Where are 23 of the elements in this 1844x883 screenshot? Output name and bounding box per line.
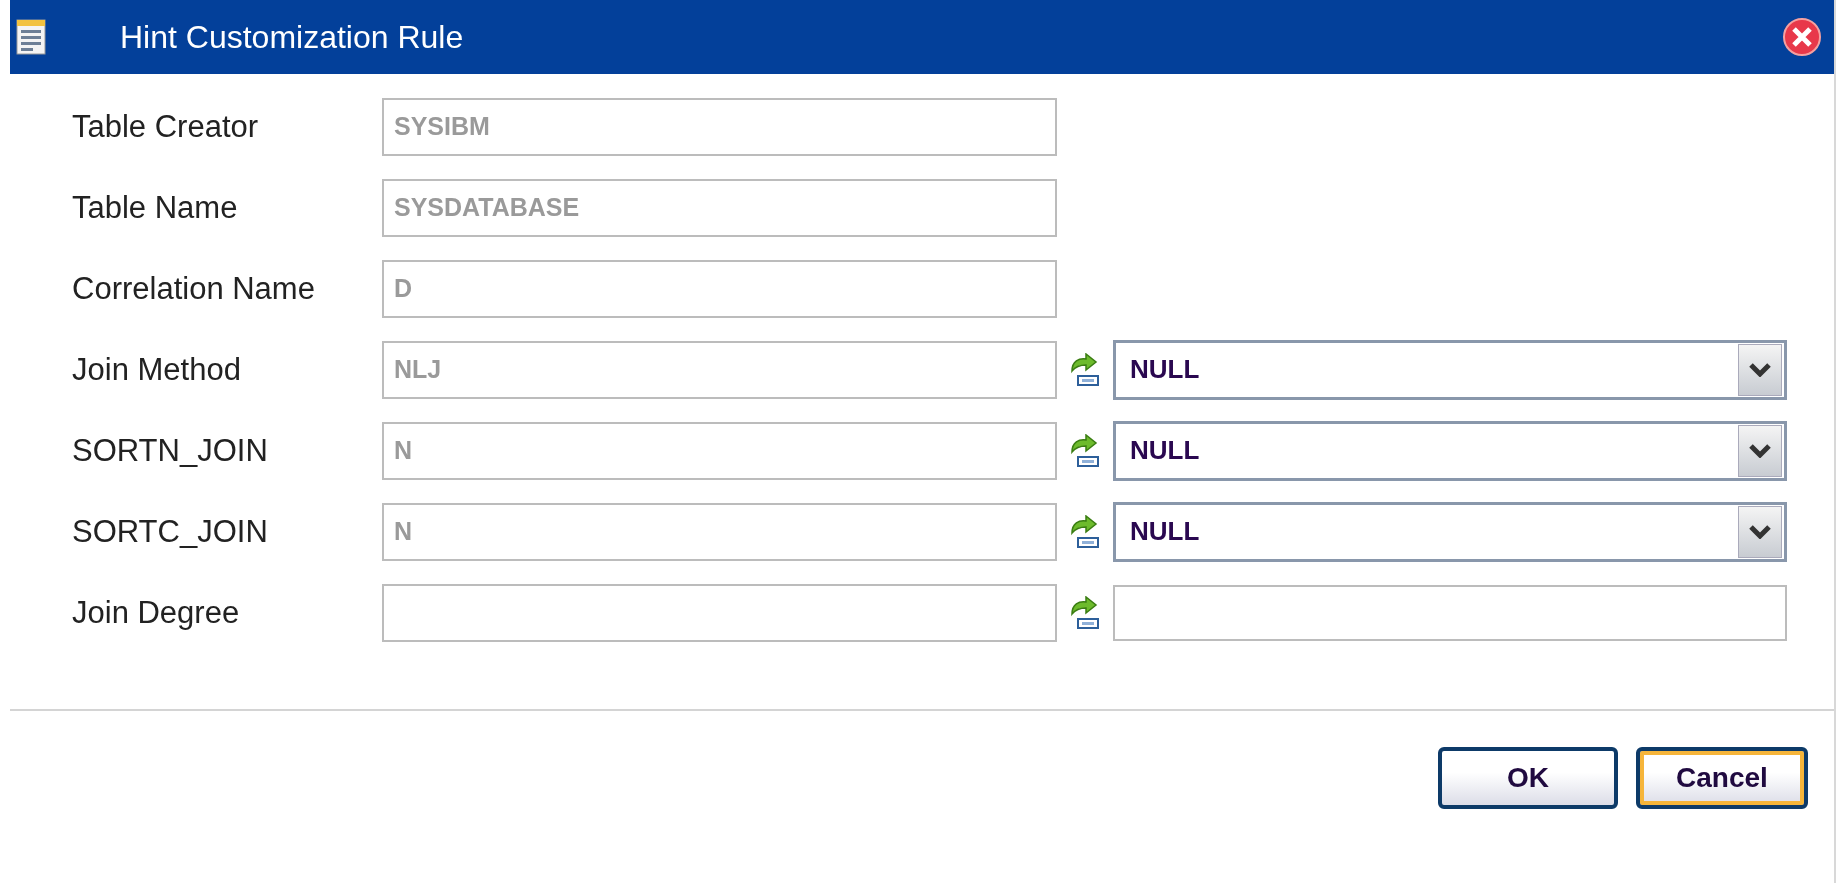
arrow-box-icon[interactable] xyxy=(1069,514,1099,549)
dropdown-arrow-button[interactable] xyxy=(1738,505,1782,558)
field-label: Table Creator xyxy=(72,107,260,146)
dropdown-arrow-button[interactable] xyxy=(1738,343,1782,396)
field-label: SORTC_JOIN xyxy=(72,512,269,551)
chevron-icon xyxy=(1749,443,1771,458)
close-icon[interactable] xyxy=(1782,17,1822,57)
arrow-box-icon[interactable] xyxy=(1069,595,1099,630)
chevron-icon xyxy=(1749,524,1771,539)
field-label: Join Method xyxy=(72,350,242,389)
chevron-icon xyxy=(1749,362,1771,377)
dropdown-arrow-button[interactable] xyxy=(1738,424,1782,477)
field-label: SORTN_JOIN xyxy=(72,431,269,470)
document-icon xyxy=(16,19,46,55)
field-label: Table Name xyxy=(72,188,239,227)
field-label: Join Degree xyxy=(72,593,241,632)
dialog-button[interactable]: Cancel xyxy=(1636,747,1808,809)
field-label: Correlation Name xyxy=(72,269,316,308)
arrow-box-icon[interactable] xyxy=(1069,352,1099,387)
dialog-button[interactable]: OK xyxy=(1438,747,1618,809)
text-field[interactable] xyxy=(1113,584,1787,641)
arrow-box-icon[interactable] xyxy=(1069,433,1099,468)
window-title: Hint Customization Rule xyxy=(120,18,465,56)
